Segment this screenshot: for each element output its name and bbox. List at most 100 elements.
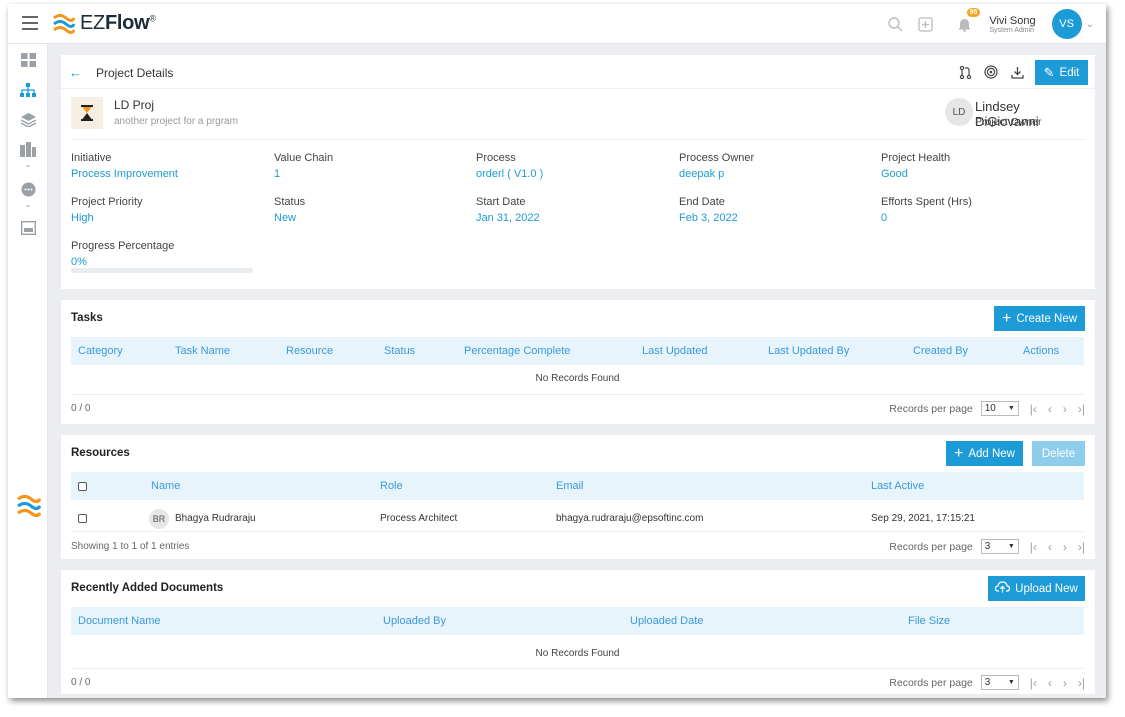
- app-window: EZFlow® 95 Vivi Song System Admin VS ⌄ ⌄…: [8, 4, 1106, 698]
- first-page-icon[interactable]: |‹: [1030, 676, 1037, 690]
- field-process: Process orderl ( V1.0 ): [476, 152, 544, 180]
- next-page-icon[interactable]: ›: [1063, 676, 1067, 690]
- col-created-by[interactable]: Created By: [913, 345, 968, 357]
- documents-card: Recently Added Documents Upload New Docu…: [61, 570, 1095, 694]
- avatar: BR: [149, 509, 169, 529]
- records-per-page-select[interactable]: 3 ▼: [980, 675, 1019, 690]
- edit-button[interactable]: ✎ Edit: [1035, 60, 1088, 85]
- download-icon[interactable]: [1009, 64, 1025, 80]
- user-role: System Admin: [989, 26, 1035, 34]
- tasks-table-header: Category Task Name Resource Status Perce…: [71, 337, 1084, 365]
- resources-table-header: Name Role Email Last Active: [71, 472, 1084, 500]
- project-description: another project for a prgram: [114, 116, 238, 127]
- col-task-name[interactable]: Task Name: [175, 345, 230, 357]
- app-logo[interactable]: EZFlow®: [52, 12, 156, 35]
- layers-icon[interactable]: [20, 112, 36, 128]
- plus-icon: +: [953, 444, 964, 462]
- col-name[interactable]: Name: [151, 480, 180, 492]
- col-percentage-complete[interactable]: Percentage Complete: [464, 345, 570, 357]
- resource-role: Process Architect: [380, 513, 458, 524]
- field-project-health: Project Health Good: [881, 152, 951, 180]
- col-file-size[interactable]: File Size: [908, 615, 950, 627]
- first-page-icon[interactable]: |‹: [1030, 540, 1037, 554]
- delete-label: Delete: [1041, 447, 1076, 460]
- tasks-pagination: Records per page 10 ▼ |‹ ‹ › ›|: [889, 401, 1085, 416]
- add-square-icon[interactable]: [915, 14, 935, 34]
- col-document-name[interactable]: Document Name: [78, 615, 161, 627]
- page-title: Project Details: [96, 66, 174, 80]
- col-category[interactable]: Category: [78, 345, 123, 357]
- ezflow-logo-icon: [53, 13, 76, 34]
- records-per-page-select[interactable]: 10 ▼: [980, 401, 1019, 416]
- field-start-date: Start Date Jan 31, 2022: [476, 196, 540, 224]
- search-icon[interactable]: [885, 14, 905, 34]
- hierarchy-icon[interactable]: [20, 82, 36, 98]
- delete-resource-button[interactable]: Delete: [1032, 441, 1085, 466]
- pull-request-icon[interactable]: [957, 64, 973, 80]
- prev-page-icon[interactable]: ‹: [1048, 402, 1052, 416]
- last-page-icon[interactable]: ›|: [1078, 676, 1085, 690]
- records-per-page-label: Records per page: [889, 540, 973, 553]
- col-last-active[interactable]: Last Active: [871, 480, 924, 492]
- project-name: LD Proj: [114, 98, 155, 112]
- top-bar: EZFlow® 95 Vivi Song System Admin VS ⌄: [8, 4, 1106, 44]
- expand-chevron-icon[interactable]: ⌄: [20, 196, 36, 212]
- ezflow-float-icon[interactable]: [16, 493, 42, 522]
- last-page-icon[interactable]: ›|: [1078, 402, 1085, 416]
- first-page-icon[interactable]: |‹: [1030, 402, 1037, 416]
- records-per-page-label: Records per page: [889, 676, 973, 689]
- col-role[interactable]: Role: [380, 480, 403, 492]
- next-page-icon[interactable]: ›: [1063, 402, 1067, 416]
- upload-new-document-button[interactable]: Upload New: [988, 576, 1085, 601]
- next-page-icon[interactable]: ›: [1063, 540, 1067, 554]
- user-name: Vivi Song: [989, 14, 1036, 27]
- notification-count-badge: 95: [966, 8, 981, 17]
- field-project-priority: Project Priority High: [71, 196, 143, 224]
- top-bar-actions: 95 Vivi Song System Admin VS ⌄: [880, 4, 1106, 44]
- row-checkbox[interactable]: [78, 514, 87, 523]
- documents-table-header: Document Name Uploaded By Uploaded Date …: [71, 607, 1084, 635]
- chat-more-icon[interactable]: [20, 181, 36, 197]
- col-uploaded-by[interactable]: Uploaded By: [383, 615, 446, 627]
- user-avatar[interactable]: VS: [1051, 9, 1082, 39]
- edit-button-label: Edit: [1059, 66, 1080, 79]
- col-actions: Actions: [1023, 345, 1060, 357]
- documents-empty-message: No Records Found: [535, 648, 620, 659]
- cloud-upload-icon: [995, 581, 1011, 596]
- owner-avatar: LD: [945, 98, 973, 126]
- notification-bell-icon[interactable]: 95: [954, 8, 981, 34]
- create-new-task-button[interactable]: + Create New: [994, 306, 1085, 331]
- upload-new-label: Upload New: [1015, 582, 1078, 595]
- records-per-page-select[interactable]: 3 ▼: [980, 539, 1019, 554]
- back-arrow-icon[interactable]: ←: [69, 65, 82, 80]
- edit-icon: ✎: [1043, 64, 1055, 80]
- field-efforts-spent: Efforts Spent (Hrs) 0: [881, 196, 972, 224]
- dashboard-grid-icon[interactable]: [20, 52, 36, 68]
- plus-icon: +: [1001, 309, 1012, 327]
- col-email[interactable]: Email: [556, 480, 584, 492]
- project-details-card: ← Project Details ✎ Edit LD Proj another…: [61, 55, 1095, 289]
- divider: [71, 531, 1084, 532]
- resources-title: Resources: [71, 447, 130, 459]
- col-status[interactable]: Status: [384, 345, 415, 357]
- documents-title: Recently Added Documents: [71, 582, 224, 594]
- col-uploaded-date[interactable]: Uploaded Date: [630, 615, 703, 627]
- col-last-updated[interactable]: Last Updated: [642, 345, 707, 357]
- user-info[interactable]: Vivi Song System Admin: [989, 15, 1035, 34]
- col-last-updated-by[interactable]: Last Updated By: [768, 345, 849, 357]
- divider: [71, 139, 1085, 140]
- chevron-down-icon[interactable]: ⌄: [1086, 19, 1094, 30]
- field-status: Status New: [274, 196, 306, 224]
- prev-page-icon[interactable]: ‹: [1048, 676, 1052, 690]
- target-icon[interactable]: [983, 64, 999, 80]
- add-new-resource-button[interactable]: + Add New: [946, 441, 1023, 466]
- col-resource[interactable]: Resource: [286, 345, 333, 357]
- app-name: EZFlow®: [80, 12, 156, 34]
- last-page-icon[interactable]: ›|: [1078, 540, 1085, 554]
- owner-role: Project Owner: [975, 116, 1042, 128]
- prev-page-icon[interactable]: ‹: [1048, 540, 1052, 554]
- expand-chevron-icon[interactable]: ⌄: [20, 156, 36, 172]
- select-all-checkbox[interactable]: [78, 482, 87, 491]
- hamburger-menu-icon[interactable]: [22, 16, 38, 30]
- inbox-icon[interactable]: [20, 220, 36, 236]
